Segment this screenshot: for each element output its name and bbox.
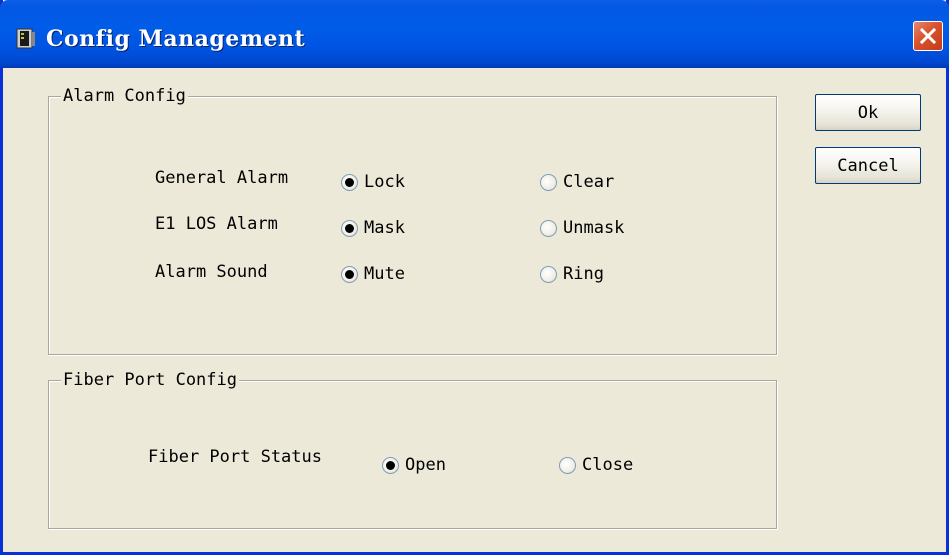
title-bar[interactable]: Config Management <box>0 0 949 68</box>
radio-unchecked-icon <box>540 265 557 283</box>
general-alarm-clear-radio[interactable]: Clear <box>540 172 614 192</box>
radio-unchecked-icon <box>540 219 557 237</box>
cancel-button[interactable]: Cancel <box>815 147 921 184</box>
window-title: Config Management <box>46 26 306 52</box>
radio-unchecked-icon <box>559 456 576 474</box>
fiber-port-status-label: Fiber Port Status <box>148 447 322 467</box>
fiber-port-status-open-radio[interactable]: Open <box>382 455 446 475</box>
ok-button[interactable]: Ok <box>815 94 921 131</box>
alarm-sound-ring-radio[interactable]: Ring <box>540 264 604 284</box>
radio-label: Mute <box>364 264 405 284</box>
fiber-port-config-legend: Fiber Port Config <box>61 370 239 390</box>
app-icon <box>16 28 36 50</box>
radio-label: Open <box>405 455 446 475</box>
fiber-port-status-close-radio[interactable]: Close <box>559 455 633 475</box>
alarm-sound-label: Alarm Sound <box>155 262 268 282</box>
radio-label: Lock <box>364 172 405 192</box>
radio-label: Mask <box>364 218 405 238</box>
e1-los-alarm-unmask-radio[interactable]: Unmask <box>540 218 624 238</box>
radio-checked-icon <box>341 265 358 283</box>
radio-label: Clear <box>563 172 615 192</box>
close-button[interactable] <box>913 21 943 51</box>
general-alarm-label: General Alarm <box>155 168 289 188</box>
e1-los-alarm-label: E1 LOS Alarm <box>155 214 278 234</box>
alarm-config-legend: Alarm Config <box>61 86 188 106</box>
radio-checked-icon <box>382 456 399 474</box>
radio-label: Ring <box>563 264 604 284</box>
radio-checked-icon <box>341 173 358 191</box>
close-icon <box>920 28 936 44</box>
e1-los-alarm-mask-radio[interactable]: Mask <box>341 218 405 238</box>
radio-label: Unmask <box>563 218 625 238</box>
radio-unchecked-icon <box>540 173 557 191</box>
config-management-dialog: Config Management Alarm Config General A… <box>0 0 949 555</box>
alarm-sound-mute-radio[interactable]: Mute <box>341 264 405 284</box>
radio-checked-icon <box>341 219 358 237</box>
radio-label: Close <box>582 455 634 475</box>
general-alarm-lock-radio[interactable]: Lock <box>341 172 405 192</box>
